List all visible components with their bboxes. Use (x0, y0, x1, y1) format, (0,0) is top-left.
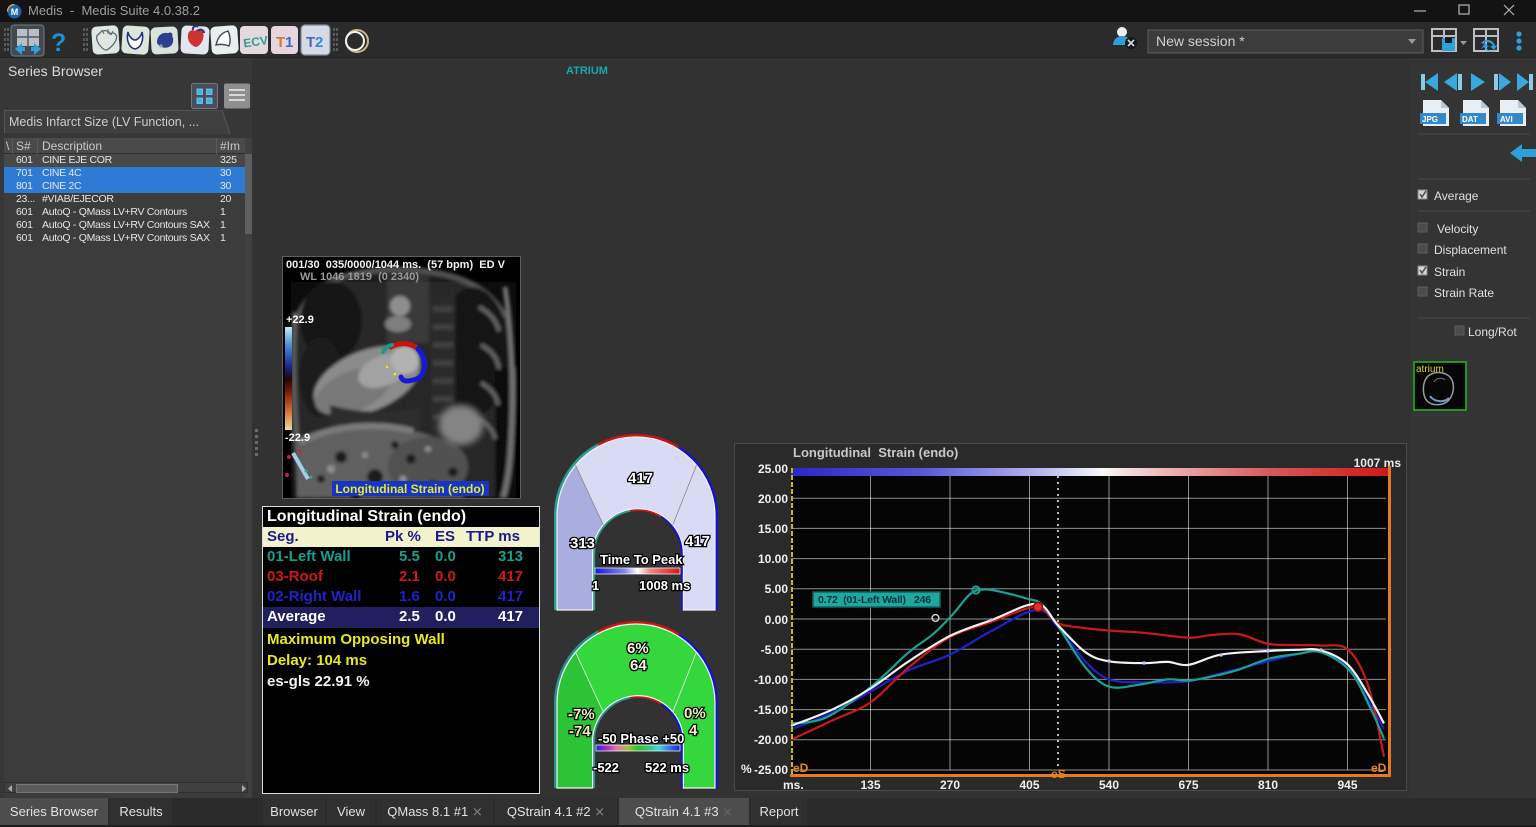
svg-text:Strain: Strain (1434, 265, 1465, 279)
svg-text:675: 675 (1178, 778, 1198, 790)
svg-text:1: 1 (285, 34, 293, 51)
svg-text:-74: -74 (569, 723, 591, 740)
svg-text:Displacement: Displacement (1434, 243, 1507, 257)
svg-text:atrium: atrium (1416, 364, 1444, 375)
svg-text:-50 Phase +50: -50 Phase +50 (598, 731, 684, 746)
svg-text:ms.: ms. (783, 778, 804, 790)
svg-text:6%: 6% (627, 640, 649, 657)
svg-text:522 ms: 522 ms (645, 760, 689, 775)
svg-text:-5.00: -5.00 (761, 643, 789, 657)
svg-text:135: 135 (860, 778, 880, 790)
svg-text:64: 64 (630, 657, 647, 674)
svg-text:M: M (11, 7, 19, 17)
svg-text:Strain Rate: Strain Rate (1434, 286, 1494, 300)
svg-text:405: 405 (1019, 778, 1039, 790)
svg-text:0.00: 0.00 (765, 613, 789, 627)
svg-text:T: T (306, 34, 315, 51)
svg-text:10.00: 10.00 (758, 552, 788, 566)
svg-text:001/30 035/0000/1044 ms. (57: 001/30 035/0000/1044 ms. (57 bpm) ED V (286, 259, 506, 271)
svg-text:313: 313 (570, 535, 595, 552)
svg-text:WL 1046 1819 (0 2340): WL 1046 1819 (0 2340) (300, 271, 419, 283)
svg-text:0.72 (01-Left Wall) 246: 0.72 (01-Left Wall) 246 (818, 594, 931, 606)
svg-text:Long/Rot: Long/Rot (1468, 325, 1517, 339)
svg-text:%: % (741, 762, 752, 776)
svg-text:15.00: 15.00 (758, 522, 788, 536)
svg-text:2: 2 (315, 34, 323, 51)
svg-text:T: T (276, 34, 285, 51)
svg-text:AVI: AVI (1500, 115, 1513, 124)
svg-text:New session *: New session * (1156, 33, 1245, 49)
svg-text:?: ? (51, 29, 66, 57)
svg-text:Time To Peak: Time To Peak (600, 552, 683, 567)
svg-text:-7%: -7% (568, 706, 595, 723)
svg-text:540: 540 (1099, 778, 1119, 790)
svg-text:417: 417 (628, 470, 653, 487)
svg-text:0%: 0% (684, 705, 706, 722)
svg-text:Longitudinal Strain (endo): Longitudinal Strain (endo) (335, 482, 484, 496)
svg-text:-522: -522 (593, 760, 619, 775)
svg-text:1008 ms: 1008 ms (639, 578, 690, 593)
svg-text:20.00: 20.00 (758, 492, 788, 506)
svg-text:4: 4 (689, 722, 698, 739)
svg-text:810: 810 (1258, 778, 1278, 790)
svg-text:417: 417 (685, 533, 710, 550)
svg-text:-22.9: -22.9 (285, 432, 310, 444)
svg-text:-10.00: -10.00 (754, 673, 788, 687)
svg-text:25.00: 25.00 (758, 462, 788, 476)
svg-text:-20.00: -20.00 (754, 733, 788, 747)
svg-text:1: 1 (592, 578, 599, 593)
svg-text:5.00: 5.00 (765, 582, 789, 596)
svg-text:270: 270 (940, 778, 960, 790)
svg-text:JPG: JPG (1422, 115, 1438, 124)
svg-text:Velocity: Velocity (1437, 222, 1478, 236)
svg-text:Longitudinal Strain (endo): Longitudinal Strain (endo) (793, 445, 958, 460)
svg-text:+22.9: +22.9 (286, 314, 314, 326)
svg-text:eS: eS (1051, 767, 1066, 781)
svg-text:eD: eD (1371, 761, 1387, 775)
svg-text:-15.00: -15.00 (754, 703, 788, 717)
svg-text:945: 945 (1337, 778, 1357, 790)
svg-text:DAT: DAT (1462, 115, 1478, 124)
svg-text:-25.00: -25.00 (754, 763, 788, 777)
svg-text:1007 ms: 1007 ms (1354, 456, 1402, 470)
svg-text:Average: Average (1434, 189, 1479, 203)
svg-text:eD: eD (793, 761, 809, 775)
